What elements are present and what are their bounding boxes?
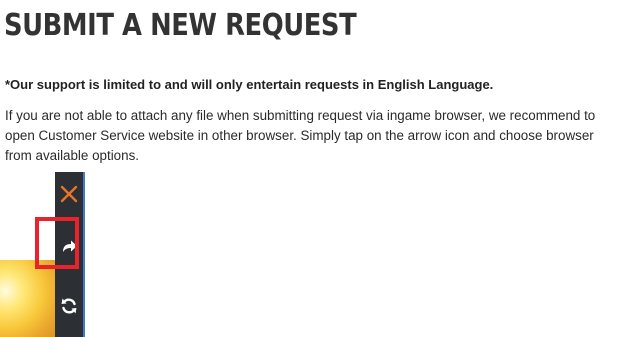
refresh-icon[interactable] [55,292,83,320]
close-icon[interactable] [55,180,83,208]
language-notice: *Our support is limited to and will only… [5,77,494,92]
instructions-text: If you are not able to attach any file w… [5,108,596,163]
game-background-image [0,260,56,337]
page-title: SUBMIT A NEW REQUEST [4,8,357,43]
page: SUBMIT A NEW REQUEST *Our support is lim… [0,0,640,337]
browser-toolbar-screenshot [0,172,90,337]
share-icon-highlight-box [35,217,79,269]
